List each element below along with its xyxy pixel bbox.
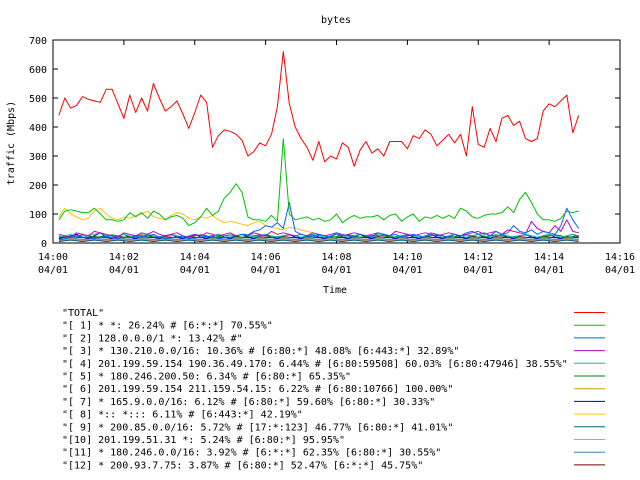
- legend-label: "TOTAL": [62, 308, 104, 319]
- y-tick-label: 300: [29, 152, 47, 163]
- x-tick-label-time: 14:04: [180, 252, 210, 263]
- legend-label: "[ 5] * 180.246.200.50: 6.34% # [6:80:*]…: [62, 372, 351, 383]
- x-tick-label-time: 14:00: [38, 252, 68, 263]
- x-tick-label-date: 04/01: [534, 265, 564, 276]
- y-tick-label: 200: [29, 181, 47, 192]
- legend-label: "[10] 201.199.51.31 *: 5.24% # [6:80:*] …: [62, 435, 345, 446]
- y-tick-label: 600: [29, 65, 47, 76]
- x-axis-label: Time: [323, 285, 347, 296]
- series-line-0: [58, 51, 580, 167]
- x-tick-label-time: 14:12: [463, 252, 493, 263]
- legend-label: "[ 6] 201.199.59.154 211.159.54.15: 6.22…: [62, 384, 453, 395]
- y-axis-label: traffic (Mbps): [6, 101, 17, 185]
- x-tick-label-time: 14:08: [321, 252, 351, 263]
- legend-label: "[ 7] * 165.9.0.0/16: 6.12% # [6:80:*] 5…: [62, 397, 435, 408]
- y-tick-label: 0: [41, 239, 47, 250]
- legend-label: "[12] * 200.93.7.75: 3.87% # [6:80:*] 52…: [62, 460, 423, 471]
- y-tick-label: 100: [29, 210, 47, 221]
- legend-label: "[ 8] *:: *::: 6.11% # [6:443:*] 42.19%": [62, 410, 303, 421]
- x-tick-label-time: 14:14: [534, 252, 564, 263]
- legend-label: "[ 1] * *: 26.24% # [6:*:*] 70.55%": [62, 321, 273, 332]
- x-tick-label-time: 14:16: [605, 252, 635, 263]
- legend: "TOTAL" "[ 1] * *: 26.24% # [6:*:*] 70.55…: [62, 308, 605, 471]
- x-tick-label-time: 14:06: [251, 252, 281, 263]
- series-line-1: [58, 138, 579, 227]
- x-tick-label-date: 04/01: [180, 265, 210, 276]
- x-tick-label-time: 14:10: [392, 252, 422, 263]
- y-tick-label: 500: [29, 94, 47, 105]
- plot-frame: [52, 39, 621, 244]
- x-tick-label-date: 04/01: [605, 265, 635, 276]
- x-tick-label-time: 14:02: [109, 252, 139, 263]
- y-tick-label: 700: [29, 36, 47, 47]
- legend-label: "[ 3] * 130.210.0.0/16: 10.36% # [6:80:*…: [62, 346, 459, 357]
- chart-title: bytes: [321, 15, 351, 26]
- x-tick-label-date: 04/01: [392, 265, 422, 276]
- y-tick-label: 400: [29, 123, 47, 134]
- traffic-chart: bytes traffic (Mbps) Time 0 100 200 300 400 5…: [6, 15, 635, 471]
- legend-label: "[ 2] 128.0.0.0/1 *: 13.42% #": [62, 333, 243, 344]
- x-tick-label-date: 04/01: [321, 265, 351, 276]
- x-tick-label-date: 04/01: [38, 265, 68, 276]
- legend-label: "[11] * 180.246.0.0/16: 3.92% # [6:*:*] …: [62, 448, 441, 459]
- legend-label: "[ 9] * 200.85.0.0/16: 5.72% # [17:*:123…: [62, 422, 453, 433]
- plot-series: [58, 51, 580, 243]
- legend-label: "[ 4] 201.199.59.154 190.36.49.170: 6.44…: [62, 359, 568, 370]
- x-tick-label-date: 04/01: [109, 265, 139, 276]
- x-tick-label-date: 04/01: [463, 265, 493, 276]
- x-tick-label-date: 04/01: [251, 265, 281, 276]
